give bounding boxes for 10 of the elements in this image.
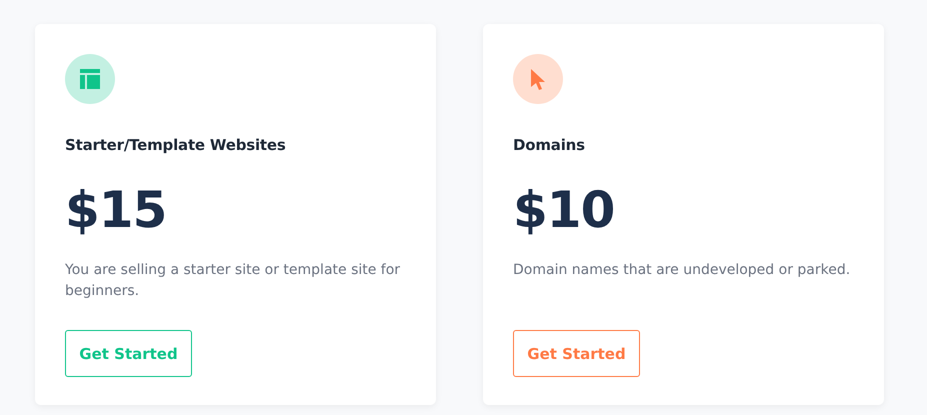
plan-price: $15 — [65, 180, 166, 240]
layout-icon — [80, 69, 100, 89]
plan-description: Domain names that are undeveloped or parked. — [513, 261, 852, 280]
get-started-button[interactable]: Get Started — [65, 330, 192, 377]
get-started-button[interactable]: Get Started — [513, 330, 640, 377]
plan-title: Domains — [513, 136, 585, 154]
plan-title: Starter/Template Websites — [65, 136, 286, 154]
cursor-icon — [530, 68, 546, 90]
plan-price: $10 — [513, 180, 614, 240]
plan-description: You are selling a starter site or template site for beginners. — [65, 261, 402, 301]
